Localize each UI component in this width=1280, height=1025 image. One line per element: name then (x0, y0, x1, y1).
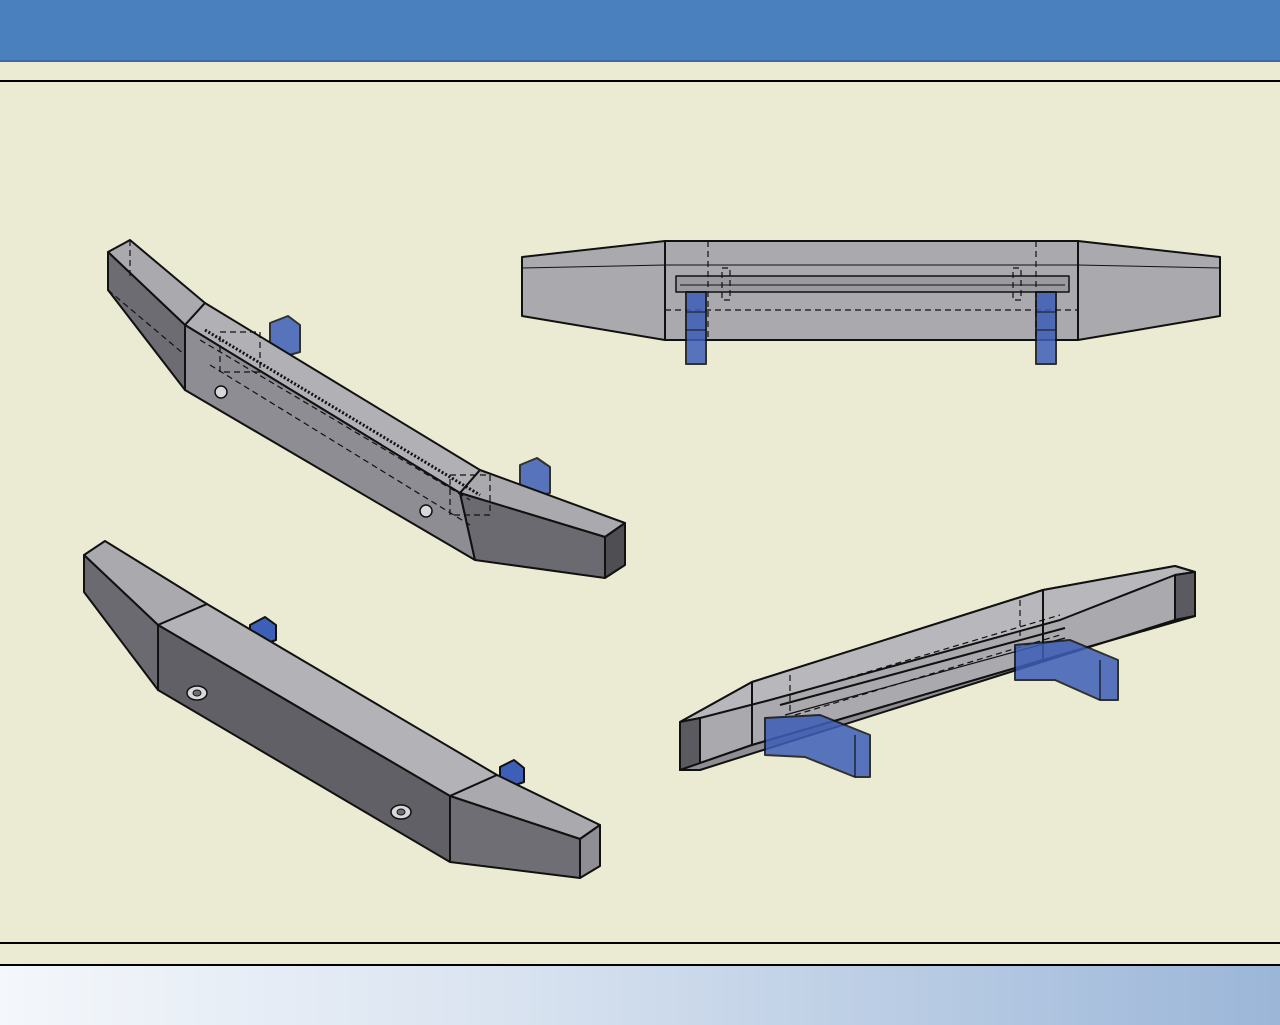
winch-slot (675, 275, 1070, 293)
mount-bracket (1035, 291, 1057, 365)
view-iso-shaded[interactable] (83, 540, 601, 879)
cad-drawing (83, 239, 1221, 879)
view-top[interactable] (521, 240, 1221, 365)
mount-bracket (764, 714, 871, 778)
bolt-boss (390, 804, 412, 820)
bolt-hole (419, 504, 433, 518)
bolt-hole (214, 385, 228, 399)
bolt-boss (186, 685, 208, 701)
bumper-end-face (1174, 571, 1196, 621)
mount-bracket (1014, 639, 1119, 701)
mount-bracket (685, 291, 707, 365)
view-iso-rear[interactable] (679, 565, 1196, 778)
bumper-end-face (679, 717, 701, 771)
